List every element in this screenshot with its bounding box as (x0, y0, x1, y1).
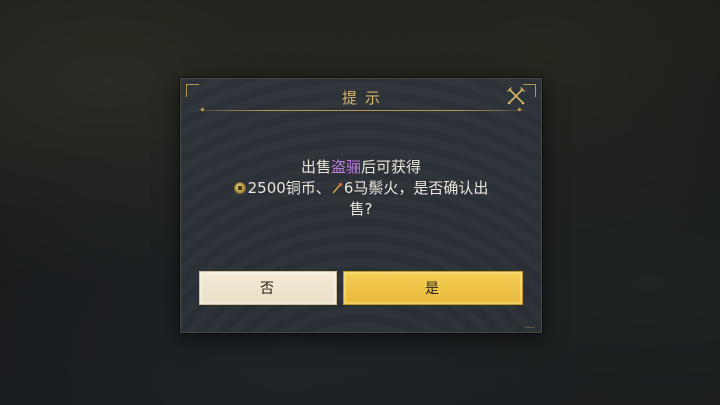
no-button-label: 否 (260, 281, 276, 297)
yes-button[interactable]: 是 (343, 271, 523, 305)
item-name: 盗骊 (330, 158, 361, 176)
close-button[interactable] (505, 85, 527, 107)
coin-amount: 2500铜币、 (247, 179, 331, 197)
message-sell-prefix: 出售 (300, 158, 331, 176)
message-line-2: 2500铜币、 6马鬃火，是否确认出 (221, 178, 501, 199)
reward-item-text: 6马鬃火，是否确认出 (343, 179, 489, 197)
close-icon (507, 87, 525, 105)
dialog-message: 出售盗骊后可获得 2500铜币、 6马鬃火，是否确认出 售? (221, 157, 501, 220)
confirm-sell-dialog: 提示 出售盗骊后可获得 2500铜币、 6马鬃火，是否确认出 售? 否 是 (180, 78, 542, 333)
message-confirm-suffix: 售? (349, 200, 373, 218)
bottom-corner-ornament (525, 321, 535, 328)
yes-button-label: 是 (425, 281, 441, 297)
message-line-3: 售? (221, 199, 501, 220)
horsehair-fire-icon (332, 182, 343, 194)
message-line-1: 出售盗骊后可获得 (221, 157, 501, 178)
no-button[interactable]: 否 (199, 271, 337, 305)
copper-coin-icon (233, 182, 246, 194)
message-gain-suffix: 后可获得 (361, 158, 422, 176)
dialog-title: 提示 (341, 89, 388, 107)
header-divider (197, 110, 525, 111)
game-scene-background: 提示 出售盗骊后可获得 2500铜币、 6马鬃火，是否确认出 售? 否 是 (0, 0, 720, 405)
dialog-header: 提示 (181, 79, 541, 113)
